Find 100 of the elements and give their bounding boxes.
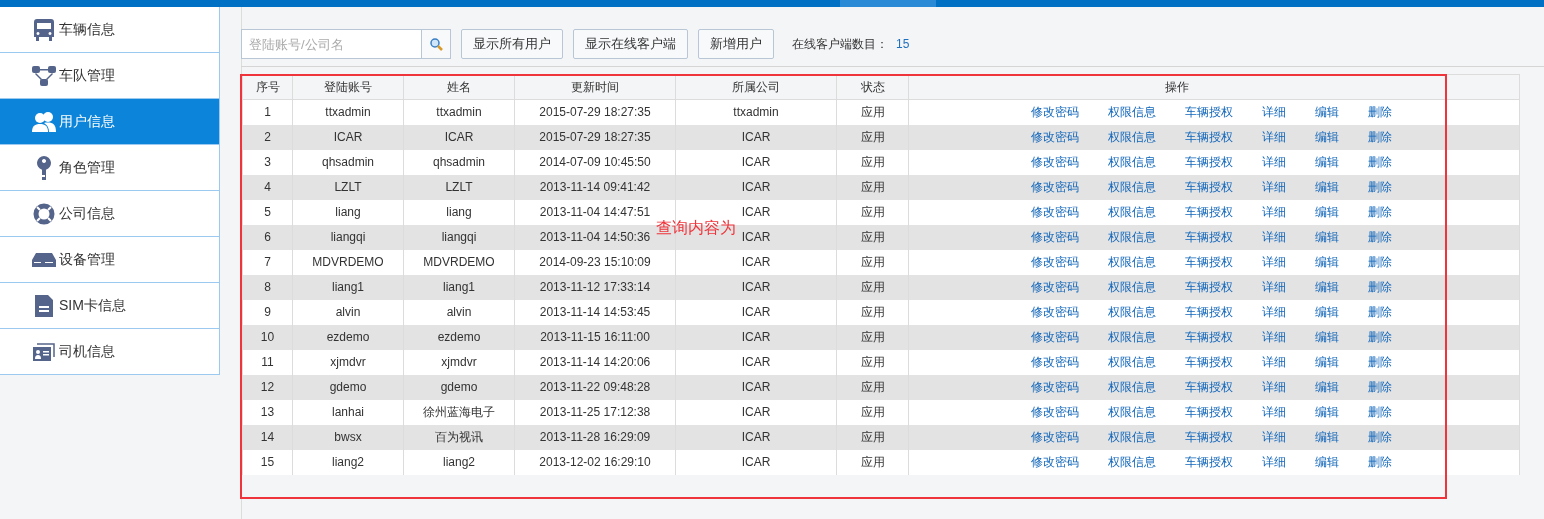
action-link[interactable]: 详细 xyxy=(1262,403,1286,421)
action-link[interactable]: 修改密码 xyxy=(1031,228,1079,246)
action-link[interactable]: 权限信息 xyxy=(1108,253,1156,271)
action-link[interactable]: 权限信息 xyxy=(1108,428,1156,446)
action-link[interactable]: 修改密码 xyxy=(1031,453,1079,471)
action-link[interactable]: 车辆授权 xyxy=(1185,153,1233,171)
action-link[interactable]: 修改密码 xyxy=(1031,378,1079,396)
action-link[interactable]: 编辑 xyxy=(1315,403,1339,421)
action-link[interactable]: 权限信息 xyxy=(1108,203,1156,221)
action-link[interactable]: 详细 xyxy=(1262,353,1286,371)
action-link[interactable]: 删除 xyxy=(1368,103,1392,122)
action-link[interactable]: 删除 xyxy=(1368,403,1392,421)
action-link[interactable]: 编辑 xyxy=(1315,228,1339,246)
action-link[interactable]: 编辑 xyxy=(1315,328,1339,346)
action-link[interactable]: 修改密码 xyxy=(1031,403,1079,421)
action-link[interactable]: 删除 xyxy=(1368,253,1392,271)
action-link[interactable]: 车辆授权 xyxy=(1185,253,1233,271)
action-link[interactable]: 详细 xyxy=(1262,203,1286,221)
toolbar-button[interactable]: 显示在线客户端 xyxy=(573,29,688,59)
action-link[interactable]: 车辆授权 xyxy=(1185,403,1233,421)
action-link[interactable]: 详细 xyxy=(1262,278,1286,296)
action-link[interactable]: 删除 xyxy=(1368,153,1392,171)
action-link[interactable]: 编辑 xyxy=(1315,178,1339,196)
action-link[interactable]: 编辑 xyxy=(1315,378,1339,396)
action-link[interactable]: 详细 xyxy=(1262,178,1286,196)
action-link[interactable]: 详细 xyxy=(1262,228,1286,246)
action-link[interactable]: 详细 xyxy=(1262,103,1286,122)
action-link[interactable]: 修改密码 xyxy=(1031,128,1079,146)
action-link[interactable]: 删除 xyxy=(1368,278,1392,296)
action-link[interactable]: 权限信息 xyxy=(1108,403,1156,421)
action-link[interactable]: 权限信息 xyxy=(1108,228,1156,246)
action-link[interactable]: 权限信息 xyxy=(1108,153,1156,171)
action-link[interactable]: 编辑 xyxy=(1315,203,1339,221)
action-link[interactable]: 编辑 xyxy=(1315,103,1339,122)
action-link[interactable]: 详细 xyxy=(1262,253,1286,271)
action-link[interactable]: 删除 xyxy=(1368,328,1392,346)
action-link[interactable]: 权限信息 xyxy=(1108,303,1156,321)
action-link[interactable]: 车辆授权 xyxy=(1185,353,1233,371)
action-link[interactable]: 车辆授权 xyxy=(1185,428,1233,446)
action-link[interactable]: 权限信息 xyxy=(1108,378,1156,396)
search-button[interactable] xyxy=(422,29,451,59)
action-link[interactable]: 详细 xyxy=(1262,428,1286,446)
action-link[interactable]: 车辆授权 xyxy=(1185,203,1233,221)
action-link[interactable]: 修改密码 xyxy=(1031,278,1079,296)
action-link[interactable]: 详细 xyxy=(1262,153,1286,171)
action-link[interactable]: 编辑 xyxy=(1315,128,1339,146)
action-link[interactable]: 编辑 xyxy=(1315,153,1339,171)
action-link[interactable]: 删除 xyxy=(1368,453,1392,471)
action-link[interactable]: 车辆授权 xyxy=(1185,453,1233,471)
action-link[interactable]: 删除 xyxy=(1368,353,1392,371)
online-count-label: 在线客户端数目： xyxy=(792,36,888,53)
action-link[interactable]: 修改密码 xyxy=(1031,103,1079,122)
action-link[interactable]: 编辑 xyxy=(1315,453,1339,471)
action-link[interactable]: 编辑 xyxy=(1315,353,1339,371)
action-link[interactable]: 详细 xyxy=(1262,128,1286,146)
action-link[interactable]: 删除 xyxy=(1368,203,1392,221)
action-link[interactable]: 编辑 xyxy=(1315,303,1339,321)
action-link[interactable]: 修改密码 xyxy=(1031,353,1079,371)
action-link[interactable]: 编辑 xyxy=(1315,278,1339,296)
action-link[interactable]: 权限信息 xyxy=(1108,278,1156,296)
action-link[interactable]: 车辆授权 xyxy=(1185,328,1233,346)
action-link[interactable]: 删除 xyxy=(1368,128,1392,146)
action-link[interactable]: 删除 xyxy=(1368,378,1392,396)
action-link[interactable]: 修改密码 xyxy=(1031,203,1079,221)
action-link[interactable]: 车辆授权 xyxy=(1185,378,1233,396)
action-link[interactable]: 详细 xyxy=(1262,328,1286,346)
action-link[interactable]: 编辑 xyxy=(1315,253,1339,271)
action-link[interactable]: 权限信息 xyxy=(1108,103,1156,122)
action-link[interactable]: 权限信息 xyxy=(1108,328,1156,346)
action-link[interactable]: 权限信息 xyxy=(1108,128,1156,146)
action-link[interactable]: 删除 xyxy=(1368,428,1392,446)
action-link[interactable]: 修改密码 xyxy=(1031,178,1079,196)
action-link[interactable]: 编辑 xyxy=(1315,428,1339,446)
action-link[interactable]: 权限信息 xyxy=(1108,178,1156,196)
action-link[interactable]: 车辆授权 xyxy=(1185,178,1233,196)
search-field[interactable]: 登陆账号/公司名 xyxy=(241,29,422,59)
action-link[interactable]: 删除 xyxy=(1368,178,1392,196)
toolbar-button[interactable]: 显示所有用户 xyxy=(461,29,563,59)
action-link[interactable]: 权限信息 xyxy=(1108,353,1156,371)
action-link[interactable]: 车辆授权 xyxy=(1185,228,1233,246)
table-cell: 应用 xyxy=(860,105,885,120)
action-link[interactable]: 详细 xyxy=(1262,303,1286,321)
action-link[interactable]: 修改密码 xyxy=(1031,328,1079,346)
action-link[interactable]: 修改密码 xyxy=(1031,153,1079,171)
action-link[interactable]: 权限信息 xyxy=(1108,453,1156,471)
toolbar-button[interactable]: 新增用户 xyxy=(698,29,774,59)
table-cell: qhsadmin xyxy=(322,155,374,169)
action-link[interactable]: 删除 xyxy=(1368,303,1392,321)
action-link[interactable]: 车辆授权 xyxy=(1185,303,1233,321)
action-link[interactable]: 修改密码 xyxy=(1031,253,1079,271)
action-link[interactable]: 详细 xyxy=(1262,378,1286,396)
action-link[interactable]: 修改密码 xyxy=(1031,428,1079,446)
action-link[interactable]: 车辆授权 xyxy=(1185,103,1233,122)
action-link[interactable]: 车辆授权 xyxy=(1185,128,1233,146)
sidebar-item[interactable]: 用户信息 xyxy=(0,99,219,145)
action-link[interactable]: 车辆授权 xyxy=(1185,278,1233,296)
action-link[interactable]: 修改密码 xyxy=(1031,303,1079,321)
table-cell: 应用 xyxy=(860,380,885,394)
action-link[interactable]: 删除 xyxy=(1368,228,1392,246)
action-link[interactable]: 详细 xyxy=(1262,453,1286,471)
